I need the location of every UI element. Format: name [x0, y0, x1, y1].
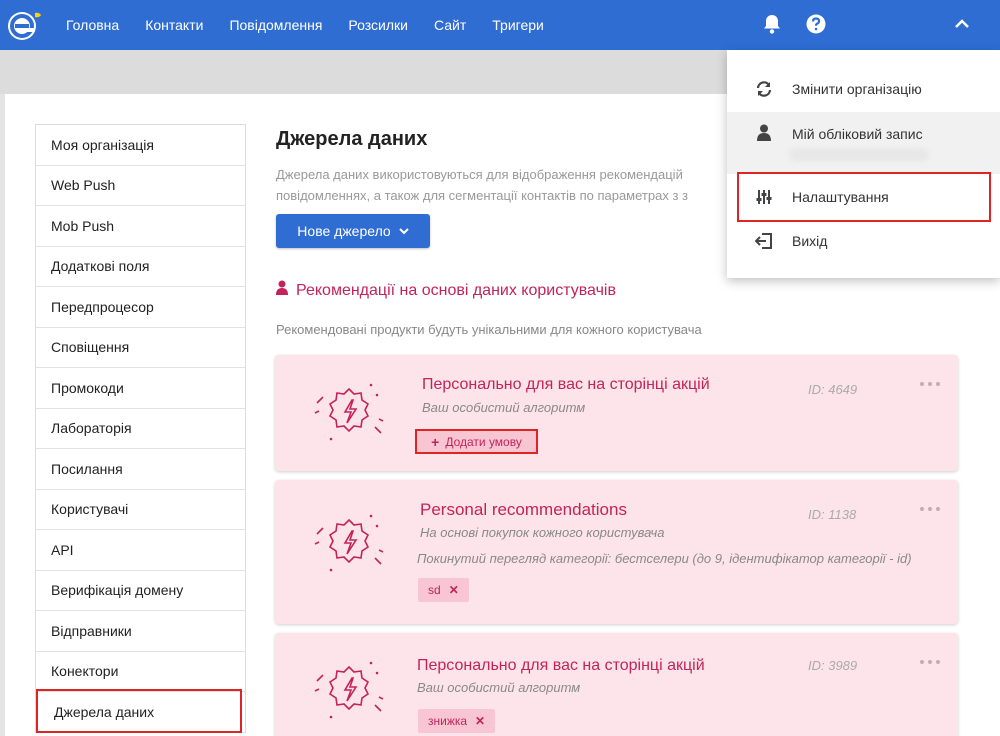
user-icon: [276, 280, 288, 301]
sidebar-item-organization[interactable]: Моя організація: [36, 125, 245, 166]
sidebar-item-web-push[interactable]: Web Push: [36, 166, 245, 206]
nav-item-mailings[interactable]: Розсилки: [348, 17, 408, 33]
condition-tag[interactable]: sd ✕: [418, 578, 469, 602]
tag-label: sd: [428, 583, 441, 597]
card-condition: Покинутий перегляд категорії: бестселери…: [417, 551, 912, 566]
help-icon[interactable]: [805, 12, 827, 36]
more-icon[interactable]: [920, 379, 940, 389]
nav-item-triggers[interactable]: Тригери: [492, 17, 544, 33]
logout-icon: [754, 231, 774, 251]
nav-item-home[interactable]: Головна: [66, 17, 119, 33]
plus-icon: +: [431, 433, 440, 450]
lightning-badge-icon: [311, 373, 387, 449]
more-icon[interactable]: [920, 657, 940, 667]
sidebar-item-domain-verification[interactable]: Верифікація домену: [36, 571, 245, 611]
menu-item-label: Вихід: [792, 233, 828, 249]
sync-icon: [754, 79, 774, 99]
card-title: Personal recommendations: [420, 500, 627, 519]
sliders-icon: [754, 187, 774, 207]
condition-tag[interactable]: знижка ✕: [418, 709, 496, 733]
data-source-card[interactable]: Personal recommendations На основі покуп…: [275, 480, 958, 624]
bell-icon[interactable]: [761, 12, 783, 36]
user-dropdown-menu: Змінити організацію Мій обліковий запис …: [727, 50, 1000, 278]
sidebar-item-senders[interactable]: Відправники: [36, 611, 245, 652]
close-icon[interactable]: ✕: [475, 714, 485, 728]
page-description-line: Джерела даних використовуються для відоб…: [276, 167, 683, 182]
sidebar-item-users[interactable]: Користувачі: [36, 490, 245, 530]
section-title: Рекомендації на основі даних користувачі…: [296, 281, 616, 299]
section-heading: Рекомендації на основі даних користувачі…: [276, 280, 616, 301]
nav-item-site[interactable]: Сайт: [434, 17, 466, 33]
menu-item-settings[interactable]: Налаштування: [727, 178, 1000, 216]
sidebar-item-laboratory[interactable]: Лабораторія: [36, 409, 245, 449]
menu-item-my-account[interactable]: Мій обліковий запис: [727, 112, 1000, 174]
sidebar-item-data-sources[interactable]: Джерела даних: [36, 692, 245, 733]
section-description: Рекомендовані продукти будуть унікальним…: [276, 322, 702, 337]
sidebar-item-notifications[interactable]: Сповіщення: [36, 328, 245, 368]
nav-item-contacts[interactable]: Контакти: [145, 17, 203, 33]
page-description: Джерела даних використовуються для відоб…: [276, 164, 726, 206]
menu-item-label: Змінити організацію: [792, 81, 922, 97]
card-id: ID: 1138: [808, 507, 857, 522]
sidebar-item-connectors[interactable]: Конектори: [36, 652, 245, 692]
card-subtitle: Ваш особистий алгоритм: [417, 680, 581, 695]
close-icon[interactable]: ✕: [449, 583, 459, 597]
new-source-label: Нове джерело: [297, 223, 391, 239]
data-source-card[interactable]: Персонально для вас на сторінці акцій Ва…: [275, 633, 958, 736]
chevron-up-icon[interactable]: [951, 12, 973, 36]
card-subtitle: На основі покупок кожного користувача: [420, 525, 665, 540]
sidebar-item-promocodes[interactable]: Промокоди: [36, 368, 245, 409]
page-title: Джерела даних: [276, 128, 428, 150]
user-icon: [754, 122, 774, 142]
sidebar-item-preprocessor[interactable]: Передпроцесор: [36, 287, 245, 328]
add-condition-label: Додати умову: [445, 434, 522, 449]
menu-item-switch-organization[interactable]: Змінити організацію: [727, 70, 1000, 108]
card-id: ID: 4649: [808, 382, 858, 397]
main-nav: Головна Контакти Повідомлення Розсилки С…: [66, 0, 570, 50]
sidebar-item-mob-push[interactable]: Mob Push: [36, 206, 245, 247]
menu-item-label: Мій обліковий запис: [792, 126, 923, 142]
card-title: Персонально для вас на сторінці акцій: [417, 657, 705, 674]
nav-item-messages[interactable]: Повідомлення: [229, 17, 322, 33]
page-description-line: повідомленнях, а також для сегментації к…: [276, 188, 688, 203]
tag-label: знижка: [428, 714, 468, 728]
sidebar-item-api[interactable]: API: [36, 530, 245, 571]
card-subtitle: Ваш особистий алгоритм: [422, 400, 586, 415]
data-source-card[interactable]: Персонально для вас на сторінці акцій Ва…: [275, 355, 958, 471]
sidebar-item-extra-fields[interactable]: Додаткові поля: [36, 247, 245, 287]
lightning-badge-icon: [311, 504, 387, 580]
menu-item-label: Налаштування: [792, 189, 889, 205]
add-condition-button[interactable]: + Додати умову: [415, 429, 538, 454]
logo-icon[interactable]: [6, 6, 44, 44]
card-title: Персонально для вас на сторінці акцій: [422, 376, 710, 393]
settings-sidebar: Моя організація Web Push Mob Push Додатк…: [35, 124, 246, 733]
card-id: ID: 3989: [808, 658, 858, 673]
sidebar-item-links[interactable]: Посилання: [36, 449, 245, 490]
menu-item-logout[interactable]: Вихід: [727, 222, 1000, 260]
lightning-badge-icon: [311, 651, 387, 727]
chevron-down-icon: [398, 227, 409, 235]
account-email-blurred: [789, 148, 929, 162]
new-source-button[interactable]: Нове джерело: [276, 214, 430, 248]
top-navbar: Головна Контакти Повідомлення Розсилки С…: [0, 0, 1000, 50]
more-icon[interactable]: [920, 504, 940, 514]
